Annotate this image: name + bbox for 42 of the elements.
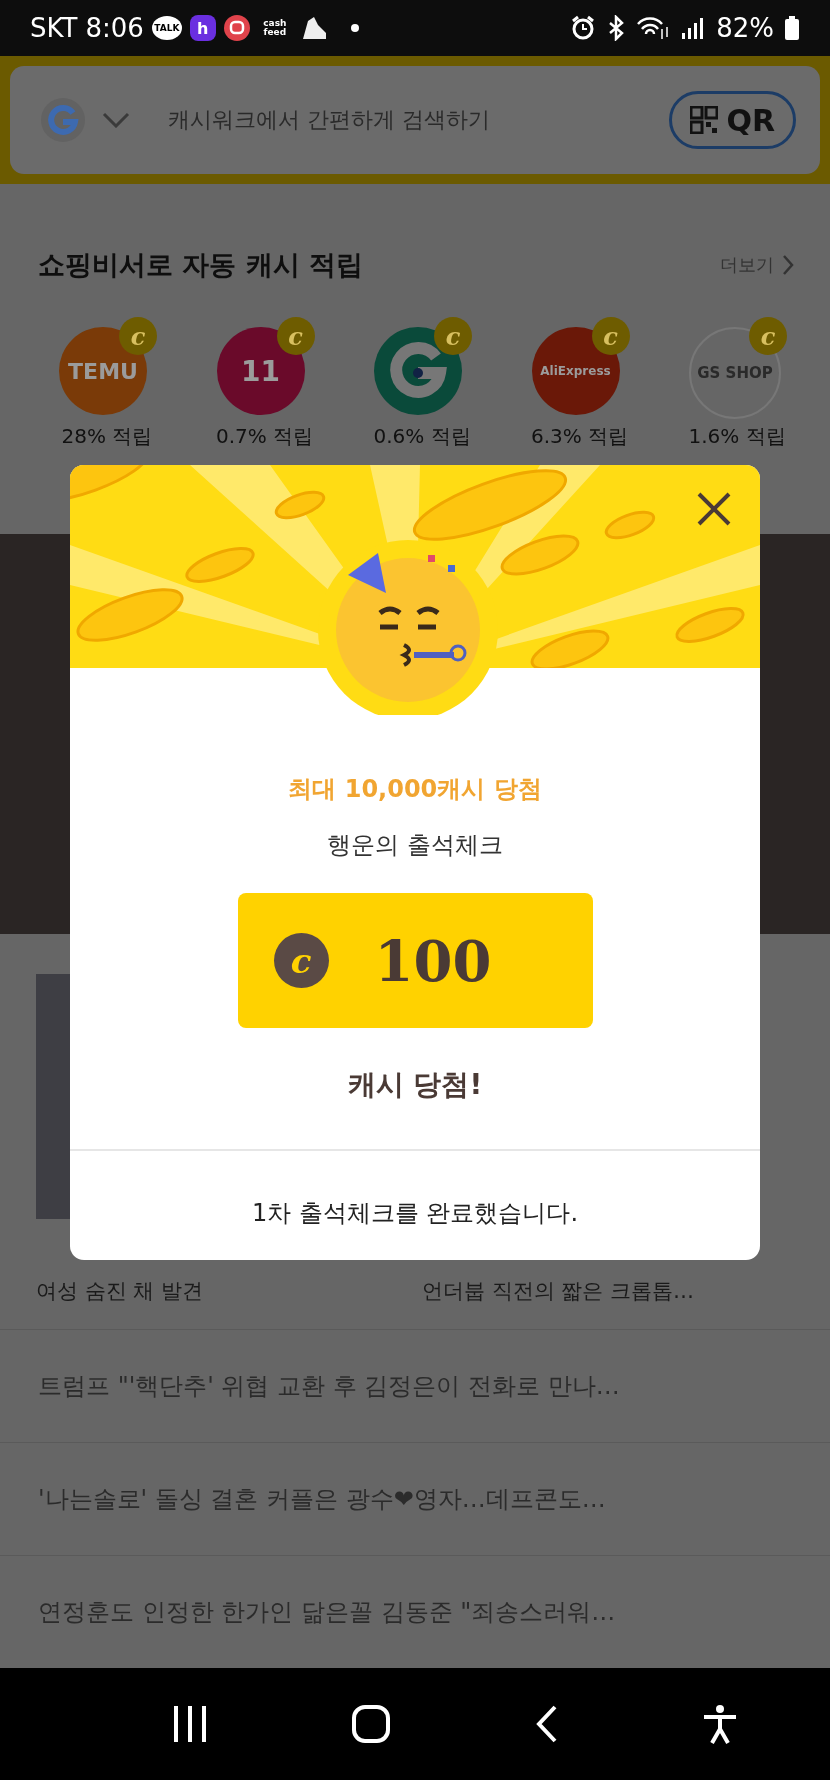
close-icon [696,491,732,527]
battery-icon [784,15,800,42]
section-title: 쇼핑비서로 자동 캐시 적립 [38,248,364,283]
google-logo-icon [40,97,86,144]
back-icon[interactable] [534,1704,559,1744]
news-caption[interactable]: 언더붑 직전의 짧은 크롭톱… [422,1277,794,1305]
event-subtitle: 행운의 출석체크 [327,830,503,861]
reward-amount: 100 [374,927,492,994]
cashback-rate: 28% 적립 [61,423,153,451]
cash-badge: c [119,317,157,356]
news-headline[interactable]: 트럼프 "'핵단추' 위협 교환 후 김정은이 전화로 만나… [0,1329,830,1442]
home-icon[interactable] [351,1704,392,1744]
cash-badge: c [749,317,787,356]
news-headline[interactable]: '나는솔로' 돌싱 결혼 커플은 광수❤영자…데프콘도… [0,1442,830,1555]
app-notification-icon [223,15,250,42]
completion-message: 1차 출석체크를 완료했습니다. [251,1198,579,1229]
carrier-name: SKT [30,13,78,44]
cash-badge: c [591,317,630,356]
coin-symbol: c [273,933,329,988]
app-notification-icon: cash feed [257,15,292,42]
clock-time: 8:06 [85,13,144,44]
news-caption[interactable]: 여성 숨진 채 발견 [36,1277,390,1305]
qr-code-icon [690,106,719,135]
cashback-rate: 1.6% 적립 [688,423,786,451]
cash-badge: c [276,317,315,356]
chevron-right-icon [782,254,794,277]
dot-icon [349,23,360,34]
prize-title: 최대 10,000캐시 당첨 [288,774,542,805]
alarm-icon [570,15,597,42]
chat-notification-icon: TALK [151,16,182,41]
wifi-icon [636,15,671,42]
cashback-rate: 0.7% 적립 [215,423,314,451]
battery-percent: 82% [716,13,774,44]
result-text: 캐시 당첨! [347,1067,483,1103]
cashback-rate: 0.6% 적립 [373,423,471,451]
app-notification-icon: h [189,15,216,42]
cashback-rate: 6.3% 적립 [530,423,629,451]
accessibility-icon[interactable] [702,1704,739,1744]
search-field[interactable]: 캐시워크에서 간편하게 검색하기 [168,105,490,136]
cash-badge: c [434,317,472,356]
qr-button[interactable]: QR [669,91,796,150]
recent-apps-icon[interactable] [171,1704,208,1744]
